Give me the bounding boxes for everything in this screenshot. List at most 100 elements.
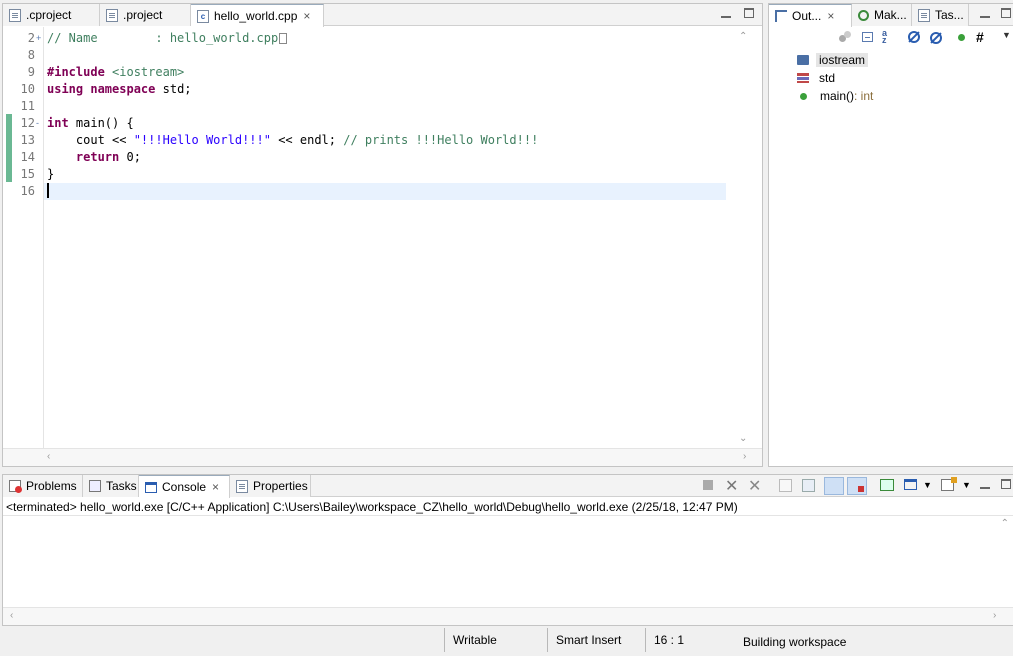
outline-item[interactable]: std: [797, 69, 835, 87]
remove-launch-icon[interactable]: ✕: [725, 476, 738, 496]
tab-project[interactable]: .project: [100, 4, 191, 26]
code-line[interactable]: #include <iostream>: [44, 64, 726, 81]
editor-tabbar: .cproject .project c hello_world.cpp ×: [3, 4, 762, 27]
console-panel: Problems Tasks Console × Properties ✕ ✕ …: [2, 474, 1013, 626]
namespace-icon: [797, 73, 809, 83]
tab-cproject[interactable]: .cproject: [3, 4, 100, 26]
line-number: 14: [20, 150, 35, 164]
status-writable: Writable: [444, 628, 547, 652]
hide-non-public-icon[interactable]: [929, 30, 943, 44]
show-on-error-icon[interactable]: [847, 477, 867, 495]
horizontal-scrollbar[interactable]: ‹ ›: [3, 448, 762, 466]
collapse-fold-icon[interactable]: -: [36, 115, 39, 132]
file-icon: [9, 8, 21, 22]
expand-fold-icon[interactable]: +: [36, 30, 41, 47]
tab-outline[interactable]: Out... ×: [769, 4, 852, 27]
tab-label: Mak...: [874, 8, 907, 22]
scroll-right-icon[interactable]: ›: [743, 451, 746, 462]
code-token: return: [75, 150, 120, 164]
tab-label: hello_world.cpp: [214, 9, 298, 23]
view-menu-icon[interactable]: ▼: [1002, 30, 1013, 44]
scroll-lock-icon[interactable]: [802, 479, 815, 492]
pin-console-icon[interactable]: [880, 479, 894, 491]
vertical-scrollbar[interactable]: ⌃ ⌄: [726, 27, 762, 448]
line-number: 9: [27, 65, 35, 79]
scroll-left-icon[interactable]: ‹: [10, 610, 13, 621]
code-token: int: [47, 116, 69, 130]
close-icon[interactable]: ×: [827, 9, 834, 23]
maximize-button[interactable]: [1001, 479, 1011, 492]
hide-static-icon[interactable]: [907, 30, 921, 44]
code-line[interactable]: using namespace std;: [44, 81, 726, 98]
scroll-up-icon[interactable]: ⌃: [739, 31, 747, 42]
code-line[interactable]: [44, 47, 726, 64]
ellipsis-marker[interactable]: [279, 33, 288, 44]
code-line[interactable]: }: [44, 166, 726, 183]
code-token: }: [47, 167, 55, 181]
tab-task-list[interactable]: Tas...: [912, 4, 969, 26]
scroll-up-icon[interactable]: ⌃: [1001, 518, 1009, 529]
chevron-down-icon[interactable]: ▼: [962, 480, 971, 490]
code-token: "!!!Hello World!!!": [133, 133, 271, 147]
tab-console[interactable]: Console ×: [139, 475, 230, 498]
open-console-icon[interactable]: [941, 477, 957, 491]
sort-icon[interactable]: az: [882, 29, 896, 45]
code-area[interactable]: // Name : hello_world.cpp #include <iostr…: [44, 27, 726, 448]
outline-item-label: std: [819, 71, 836, 85]
tab-problems[interactable]: Problems: [3, 475, 83, 497]
display-console-icon[interactable]: [904, 479, 917, 490]
scroll-right-icon[interactable]: ›: [993, 610, 996, 621]
tab-label: Properties: [253, 479, 308, 493]
status-cursor-position: 16 : 1: [645, 628, 725, 652]
outline-item-type: : int: [854, 89, 874, 103]
hide-fields-icon[interactable]: [838, 30, 852, 44]
minimize-button[interactable]: [980, 479, 990, 492]
hide-members-icon[interactable]: [955, 30, 969, 44]
code-line[interactable]: [44, 98, 726, 115]
line-number: 10: [20, 82, 35, 96]
terminate-icon[interactable]: [703, 480, 713, 490]
outline-item[interactable]: iostream: [797, 51, 869, 69]
outline-panel: Out... × Mak... Tas... az # ▼ iostream st…: [768, 3, 1013, 467]
code-token: <iostream>: [112, 65, 185, 79]
collapse-all-icon[interactable]: [861, 30, 875, 44]
outline-item-label: iostream: [816, 53, 869, 67]
console-output[interactable]: ⌃: [3, 516, 1013, 607]
tab-label: Console: [162, 480, 207, 494]
tab-tasks[interactable]: Tasks: [83, 475, 139, 497]
minimize-button[interactable]: [980, 8, 990, 21]
line-number: 16: [20, 184, 35, 198]
code-line[interactable]: int main() {: [44, 115, 726, 132]
close-icon[interactable]: ×: [212, 480, 219, 494]
outline-item[interactable]: main() : int: [797, 87, 873, 105]
close-icon[interactable]: ×: [303, 9, 310, 23]
code-editor[interactable]: 2 +8 9 10 11 12-13 14 15 16 // Name : hello_worl…: [3, 27, 762, 466]
tab-label: Problems: [26, 479, 77, 493]
tab-label: Tas...: [935, 8, 964, 22]
tab-hello-world-cpp[interactable]: c hello_world.cpp ×: [191, 4, 324, 27]
tab-make-target[interactable]: Mak...: [852, 4, 912, 26]
chevron-down-icon[interactable]: ▼: [923, 480, 932, 490]
show-on-output-icon[interactable]: [824, 477, 844, 495]
remove-all-launches-icon[interactable]: ✕: [748, 476, 761, 496]
scroll-down-icon[interactable]: ⌄: [739, 433, 747, 444]
code-line[interactable]: // Name : hello_world.cpp: [44, 30, 726, 47]
status-insert-mode: Smart Insert: [547, 628, 645, 652]
code-line[interactable]: [44, 183, 726, 200]
code-token: std;: [155, 82, 192, 96]
code-token: #include: [47, 65, 105, 79]
line-number-gutter: 2 +8 9 10 11 12-13 14 15 16: [19, 27, 44, 448]
horizontal-scrollbar[interactable]: ‹ ›: [3, 607, 1013, 625]
minimize-button[interactable]: [721, 8, 731, 21]
code-line[interactable]: return 0;: [44, 149, 726, 166]
line-number: 8: [27, 48, 35, 62]
code-line[interactable]: cout << "!!!Hello World!!!" << endl; // …: [44, 132, 726, 149]
maximize-button[interactable]: [744, 8, 754, 21]
clear-console-icon[interactable]: [779, 479, 792, 492]
hide-macros-icon[interactable]: #: [976, 30, 990, 44]
file-icon: [106, 8, 118, 22]
task-list-icon: [918, 8, 930, 22]
maximize-button[interactable]: [1001, 8, 1011, 21]
tab-properties[interactable]: Properties: [230, 475, 311, 497]
scroll-left-icon[interactable]: ‹: [47, 451, 50, 462]
